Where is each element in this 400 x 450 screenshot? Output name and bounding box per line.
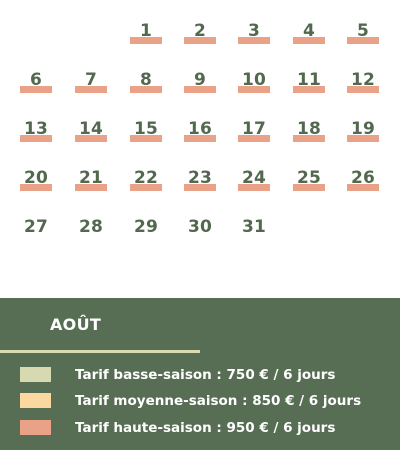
day-number: 9: [193, 70, 207, 90]
day-number: 7: [84, 70, 98, 90]
mid-season-swatch: [20, 393, 51, 408]
day-24[interactable]: 24: [238, 168, 270, 194]
day-1[interactable]: 1: [130, 21, 162, 47]
day-13[interactable]: 13: [20, 119, 52, 145]
day-10[interactable]: 10: [238, 70, 270, 96]
day-number: 25: [296, 168, 322, 188]
day-23[interactable]: 23: [184, 168, 216, 194]
day-number: 28: [78, 217, 104, 237]
day-29[interactable]: 29: [130, 217, 162, 243]
day-5[interactable]: 5: [347, 21, 379, 47]
day-number: 10: [241, 70, 267, 90]
day-2[interactable]: 2: [184, 21, 216, 47]
legend-panel: AOÛT Tarif basse-saison : 750 € / 6 jour…: [0, 298, 400, 450]
high-season-swatch: [20, 420, 51, 435]
day-number: 1: [139, 21, 153, 41]
day-9[interactable]: 9: [184, 70, 216, 96]
legend-label: Tarif moyenne-saison : 850 € / 6 jours: [75, 393, 362, 409]
day-number: 24: [241, 168, 267, 188]
day-30[interactable]: 30: [184, 217, 216, 243]
day-18[interactable]: 18: [293, 119, 325, 145]
day-number: 2: [193, 21, 207, 41]
low-season-swatch: [20, 367, 51, 382]
day-11[interactable]: 11: [293, 70, 325, 96]
day-number: 18: [296, 119, 322, 139]
day-number: 16: [187, 119, 213, 139]
day-28[interactable]: 28: [75, 217, 107, 243]
day-number: 5: [356, 21, 370, 41]
day-19[interactable]: 19: [347, 119, 379, 145]
day-21[interactable]: 21: [75, 168, 107, 194]
day-14[interactable]: 14: [75, 119, 107, 145]
day-20[interactable]: 20: [20, 168, 52, 194]
day-number: 4: [302, 21, 316, 41]
day-12[interactable]: 12: [347, 70, 379, 96]
day-number: 15: [133, 119, 159, 139]
day-number: 29: [133, 217, 159, 237]
day-25[interactable]: 25: [293, 168, 325, 194]
day-number: 3: [247, 21, 261, 41]
day-number: 20: [23, 168, 49, 188]
day-number: 14: [78, 119, 104, 139]
day-16[interactable]: 16: [184, 119, 216, 145]
day-4[interactable]: 4: [293, 21, 325, 47]
day-number: 13: [23, 119, 49, 139]
day-number: 31: [241, 217, 267, 237]
day-number: 23: [187, 168, 213, 188]
day-number: 21: [78, 168, 104, 188]
day-3[interactable]: 3: [238, 21, 270, 47]
day-number: 27: [23, 217, 49, 237]
day-7[interactable]: 7: [75, 70, 107, 96]
day-number: 19: [350, 119, 376, 139]
legend-label: Tarif haute-saison : 950 € / 6 jours: [75, 420, 336, 436]
day-26[interactable]: 26: [347, 168, 379, 194]
day-number: 6: [29, 70, 43, 90]
day-31[interactable]: 31: [238, 217, 270, 243]
day-number: 26: [350, 168, 376, 188]
calendar-grid: 1 2 3 4 5 6 7 8 9 10 11 12 13 14 15 16 1…: [0, 0, 400, 298]
month-title: AOÛT: [50, 315, 102, 334]
day-number: 11: [296, 70, 322, 90]
day-6[interactable]: 6: [20, 70, 52, 96]
day-number: 12: [350, 70, 376, 90]
month-underline: [0, 350, 200, 353]
day-number: 22: [133, 168, 159, 188]
day-22[interactable]: 22: [130, 168, 162, 194]
day-17[interactable]: 17: [238, 119, 270, 145]
day-15[interactable]: 15: [130, 119, 162, 145]
day-number: 8: [139, 70, 153, 90]
day-8[interactable]: 8: [130, 70, 162, 96]
legend-label: Tarif basse-saison : 750 € / 6 jours: [75, 367, 336, 383]
day-number: 30: [187, 217, 213, 237]
day-number: 17: [241, 119, 267, 139]
day-27[interactable]: 27: [20, 217, 52, 243]
